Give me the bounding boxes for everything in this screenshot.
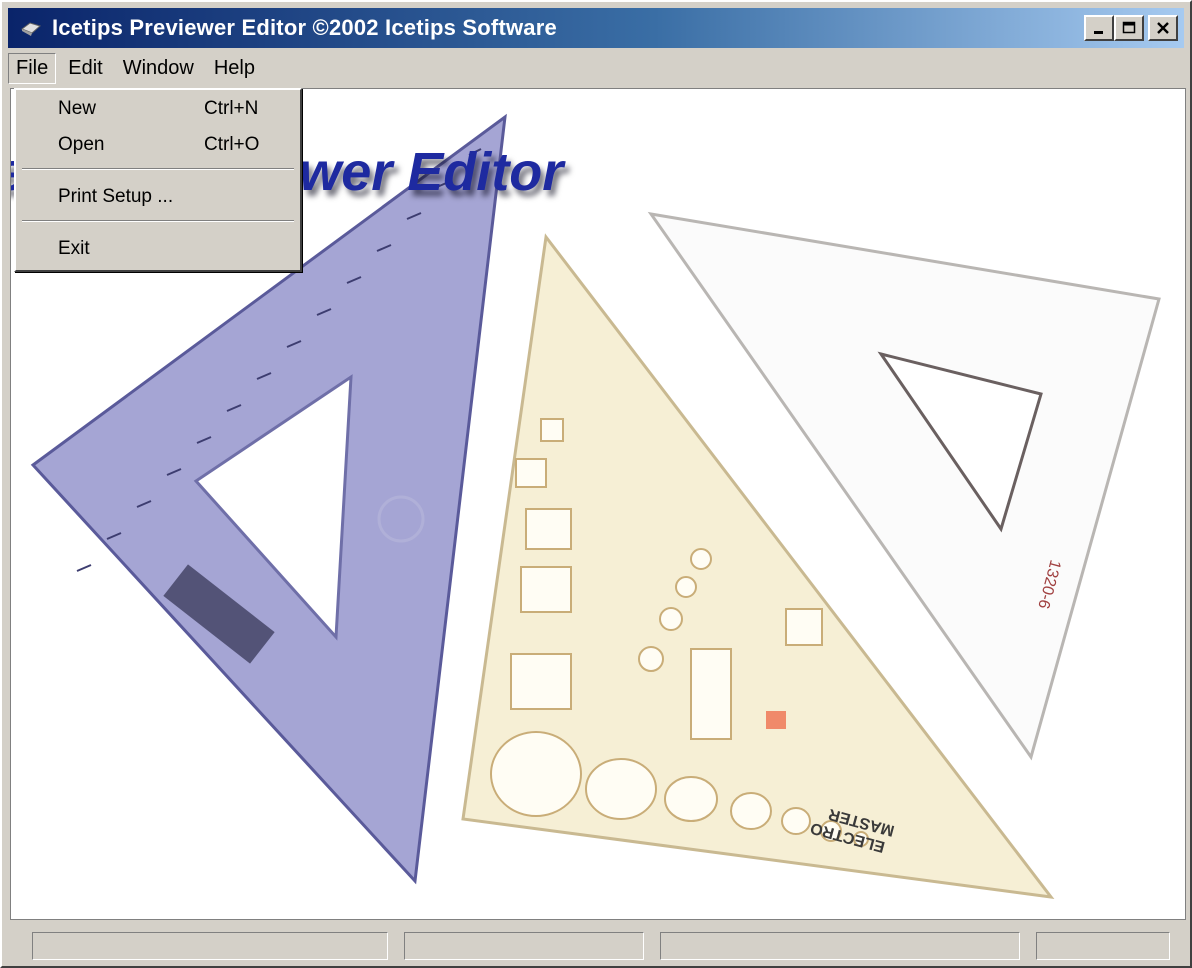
maximize-icon (1122, 21, 1136, 34)
file-menu-dropdown: New Ctrl+N Open Ctrl+O Print Setup ... E… (14, 88, 302, 272)
stencil-highlight (766, 711, 786, 729)
menu-item-exit[interactable]: Exit (16, 232, 300, 266)
menu-item-new-label: New (58, 98, 97, 119)
status-panel-4 (1036, 932, 1170, 960)
menu-window[interactable]: Window (115, 53, 202, 84)
close-button[interactable] (1148, 15, 1178, 41)
minimize-button[interactable] (1084, 15, 1114, 41)
close-icon (1157, 22, 1169, 34)
app-window: Icetips Previewer Editor ©2002 Icetips S… (0, 0, 1192, 968)
menu-separator (22, 168, 294, 170)
menu-item-new[interactable]: New Ctrl+N (16, 92, 300, 126)
menu-edit[interactable]: Edit (60, 53, 110, 84)
menu-file[interactable]: File (8, 52, 57, 84)
window-title: Icetips Previewer Editor ©2002 Icetips S… (52, 15, 557, 40)
menu-item-exit-label: Exit (58, 238, 90, 259)
status-panel-2 (404, 932, 644, 960)
status-panel-1 (32, 932, 388, 960)
menu-separator (22, 220, 294, 222)
caption-buttons (1084, 15, 1178, 41)
menu-bar: File Edit Window Help (8, 50, 1184, 86)
maximize-button[interactable] (1114, 15, 1144, 41)
title-bar[interactable]: Icetips Previewer Editor ©2002 Icetips S… (8, 8, 1184, 48)
status-bar (8, 922, 1186, 964)
app-icon[interactable] (20, 17, 42, 39)
menu-help[interactable]: Help (206, 53, 263, 84)
status-panel-3 (660, 932, 1020, 960)
menu-item-open-shortcut: Ctrl+O (204, 134, 260, 155)
menu-item-print-setup-label: Print Setup ... (58, 186, 174, 207)
menu-item-new-shortcut: Ctrl+N (204, 98, 259, 119)
menu-item-print-setup[interactable]: Print Setup ... (16, 180, 300, 214)
menu-item-open[interactable]: Open Ctrl+O (16, 128, 300, 162)
minimize-icon (1094, 31, 1103, 34)
menu-item-open-label: Open (58, 134, 105, 155)
